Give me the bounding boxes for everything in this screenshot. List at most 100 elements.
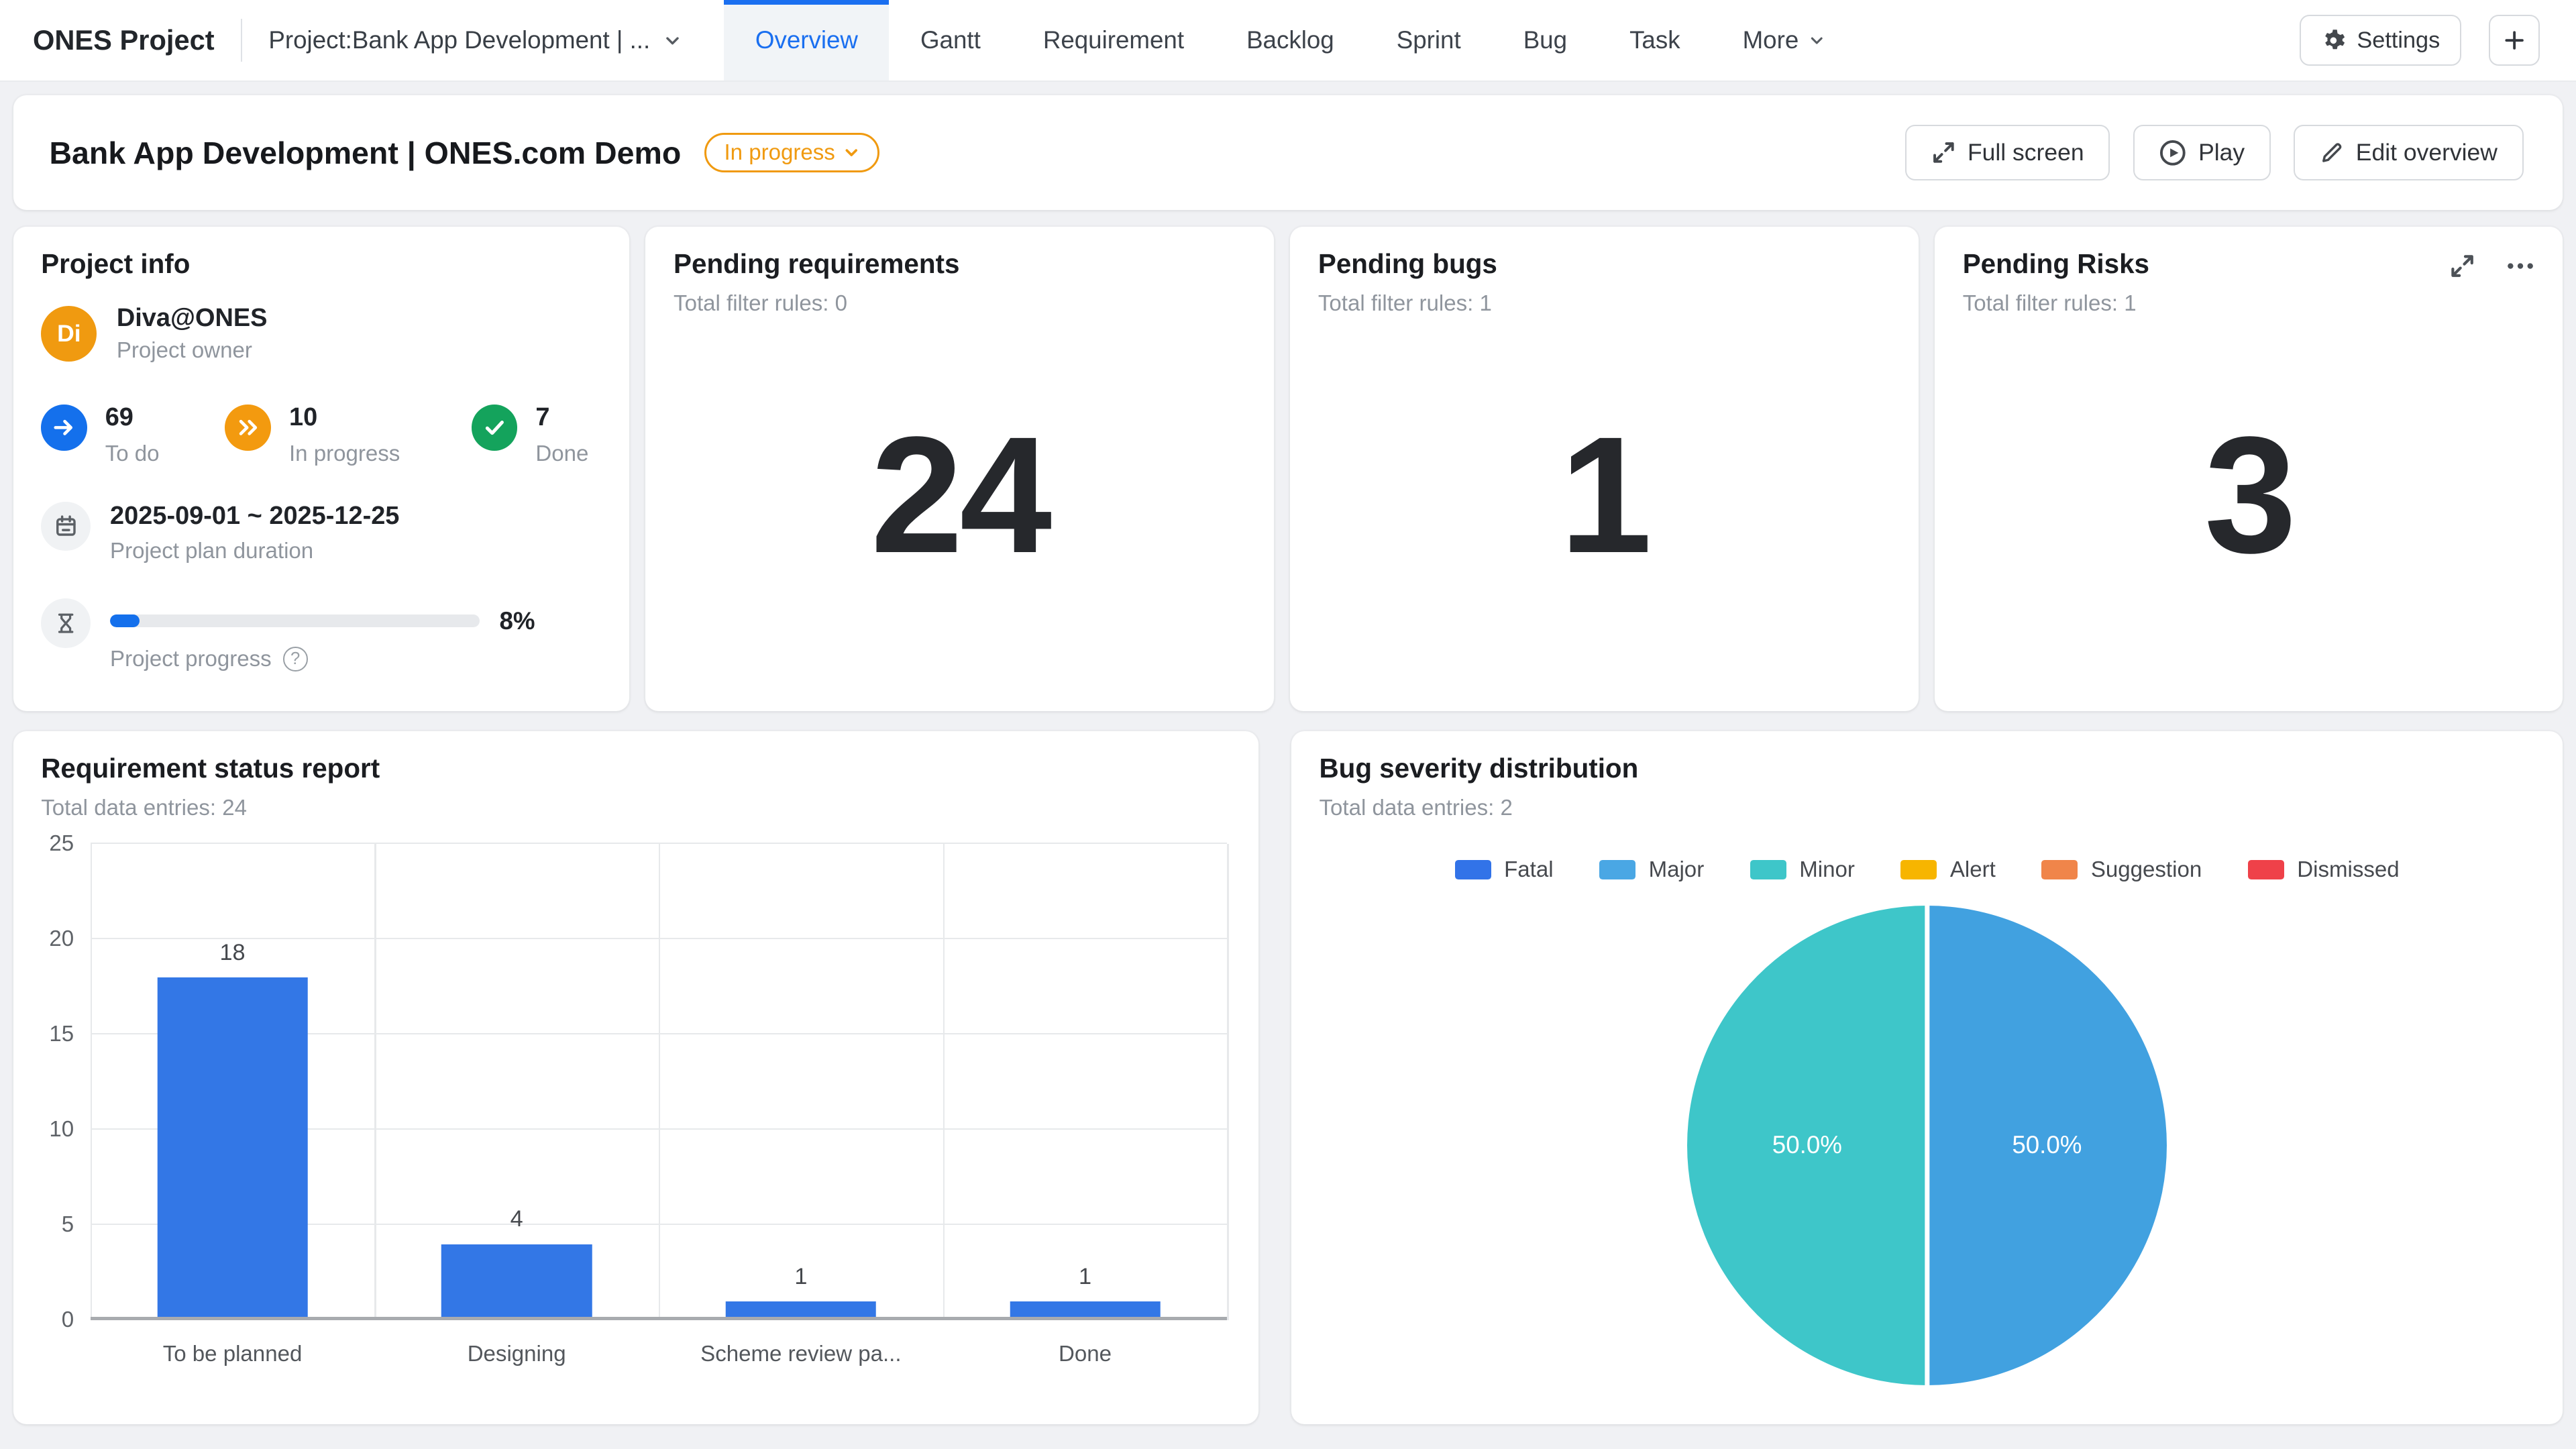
more-options-button[interactable] xyxy=(2506,253,2535,279)
owner-row: Di Diva@ONES Project owner xyxy=(41,304,601,363)
todo-count: 69 xyxy=(105,403,160,432)
legend-swatch xyxy=(2248,860,2284,879)
pending-bugs-card: Pending bugs Total filter rules: 1 1 xyxy=(1290,227,1918,711)
legend-item[interactable]: Minor xyxy=(1750,857,1855,883)
play-button[interactable]: Play xyxy=(2133,125,2271,180)
project-info-card: Project info Di Diva@ONES Project owner xyxy=(13,227,629,711)
tab-task[interactable]: Task xyxy=(1599,0,1712,80)
legend-swatch xyxy=(2041,860,2078,879)
tab-more[interactable]: More xyxy=(1711,0,1856,80)
in-progress-label: In progress xyxy=(289,441,400,467)
stat-icon-0 xyxy=(41,405,87,451)
fullscreen-label: Full screen xyxy=(1968,139,2084,166)
y-tick-label: 15 xyxy=(49,1022,74,1047)
bar-slot: 1 xyxy=(659,844,943,1320)
tab-label: Task xyxy=(1629,26,1680,54)
help-icon[interactable]: ? xyxy=(283,647,308,672)
legend-swatch xyxy=(1750,860,1786,879)
legend-item[interactable]: Suggestion xyxy=(2041,857,2202,883)
arrow-right-icon xyxy=(52,415,76,440)
tab-label: Backlog xyxy=(1246,26,1334,54)
legend-label: Minor xyxy=(1799,857,1855,883)
add-component-button[interactable] xyxy=(2489,15,2540,66)
bar-slot: 18 xyxy=(91,844,375,1320)
card-subtitle: Total filter rules: 1 xyxy=(1318,291,1890,317)
pending-risks-value: 3 xyxy=(1963,317,2535,690)
card-actions xyxy=(2449,253,2534,279)
settings-label: Settings xyxy=(2357,28,2440,54)
legend-item[interactable]: Fatal xyxy=(1455,857,1554,883)
chevron-down-icon xyxy=(663,32,682,50)
tab-bug[interactable]: Bug xyxy=(1492,0,1598,80)
project-selector-label: Project:Bank App Development | ... xyxy=(268,26,650,54)
edit-overview-button[interactable]: Edit overview xyxy=(2294,125,2523,180)
tab-requirement[interactable]: Requirement xyxy=(1012,0,1215,80)
pie-divider xyxy=(1925,906,1929,1385)
tab-sprint[interactable]: Sprint xyxy=(1365,0,1492,80)
bar-slot: 4 xyxy=(374,844,659,1320)
tab-gantt[interactable]: Gantt xyxy=(889,0,1012,80)
stat-done: 7 Done xyxy=(472,403,589,468)
page-title: Bank App Development | ONES.com Demo xyxy=(49,135,681,171)
x-axis-label: Designing xyxy=(374,1342,659,1367)
progress-line: 8% xyxy=(110,607,535,635)
card-subtitle: Total filter rules: 0 xyxy=(674,291,1246,317)
header-actions: Full screen Play Edit overview xyxy=(1905,125,2523,180)
card-title: Project info xyxy=(41,248,601,280)
gear-icon xyxy=(2321,28,2346,53)
brand-logo[interactable]: ONES Project xyxy=(33,24,215,56)
nav-tabs: Overview Gantt Requirement Backlog Sprin… xyxy=(724,0,1856,80)
chart-subtitle: Total data entries: 2 xyxy=(1319,796,2534,821)
legend-item[interactable]: Alert xyxy=(1900,857,1995,883)
bug-severity-distribution-card: Bug severity distribution Total data ent… xyxy=(1291,731,2563,1424)
tab-label: Requirement xyxy=(1043,26,1184,54)
play-icon xyxy=(2159,139,2187,167)
card-subtitle: Total filter rules: 1 xyxy=(1963,291,2535,317)
legend-label: Fatal xyxy=(1504,857,1553,883)
done-label: Done xyxy=(535,441,588,467)
pending-bugs-value: 1 xyxy=(1318,317,1890,690)
pie-legend: Fatal Major Minor Alert Suggestion Dismissed xyxy=(1319,857,2534,883)
chevron-down-icon xyxy=(843,144,859,160)
settings-button[interactable]: Settings xyxy=(2300,15,2461,66)
progress-label: Project progress xyxy=(110,647,272,672)
nav-actions: Settings xyxy=(2300,0,2540,80)
pie-slice-label: 50.0% xyxy=(2012,1131,2082,1159)
expand-card-button[interactable] xyxy=(2449,253,2475,279)
legend-label: Suggestion xyxy=(2091,857,2202,883)
tab-label: Gantt xyxy=(920,26,981,54)
avatar: Di xyxy=(41,306,97,362)
legend-item[interactable]: Dismissed xyxy=(2248,857,2400,883)
plus-icon xyxy=(2503,29,2526,52)
app-window: ONES Project Project:Bank App Developmen… xyxy=(0,0,2576,1449)
bar-1 xyxy=(441,1244,592,1321)
tab-backlog[interactable]: Backlog xyxy=(1216,0,1366,80)
in-progress-count: 10 xyxy=(289,403,400,432)
bar-y-axis: 0510152025 xyxy=(41,844,90,1320)
progress-bar xyxy=(110,614,480,628)
bar-value-label: 18 xyxy=(219,940,245,966)
edit-overview-label: Edit overview xyxy=(2356,139,2498,166)
charts-row: Requirement status report Total data ent… xyxy=(13,731,2563,1424)
plan-duration-row: 2025-09-01 ~ 2025-12-25 Project plan dur… xyxy=(41,502,601,564)
y-tick-label: 0 xyxy=(62,1307,74,1333)
v-gridline xyxy=(1227,844,1228,1320)
fullscreen-icon xyxy=(1931,140,1956,165)
y-tick-label: 5 xyxy=(62,1212,74,1238)
tab-label: Overview xyxy=(755,26,858,54)
bar-0 xyxy=(157,977,308,1320)
tab-overview[interactable]: Overview xyxy=(724,0,889,80)
bar-value-label: 4 xyxy=(511,1206,523,1232)
y-tick-label: 20 xyxy=(49,926,74,952)
y-tick-label: 10 xyxy=(49,1117,74,1142)
fullscreen-button[interactable]: Full screen xyxy=(1905,125,2110,180)
project-selector[interactable]: Project:Bank App Development | ... xyxy=(268,26,681,54)
chevron-down-icon xyxy=(1809,32,1825,48)
status-badge[interactable]: In progress xyxy=(704,133,880,172)
requirement-status-report-card: Requirement status report Total data ent… xyxy=(13,731,1258,1424)
owner-role: Project owner xyxy=(117,338,268,364)
card-title: Pending bugs xyxy=(1318,248,1890,280)
legend-item[interactable]: Major xyxy=(1599,857,1704,883)
status-badge-label: In progress xyxy=(724,140,835,166)
done-count: 7 xyxy=(535,403,588,432)
